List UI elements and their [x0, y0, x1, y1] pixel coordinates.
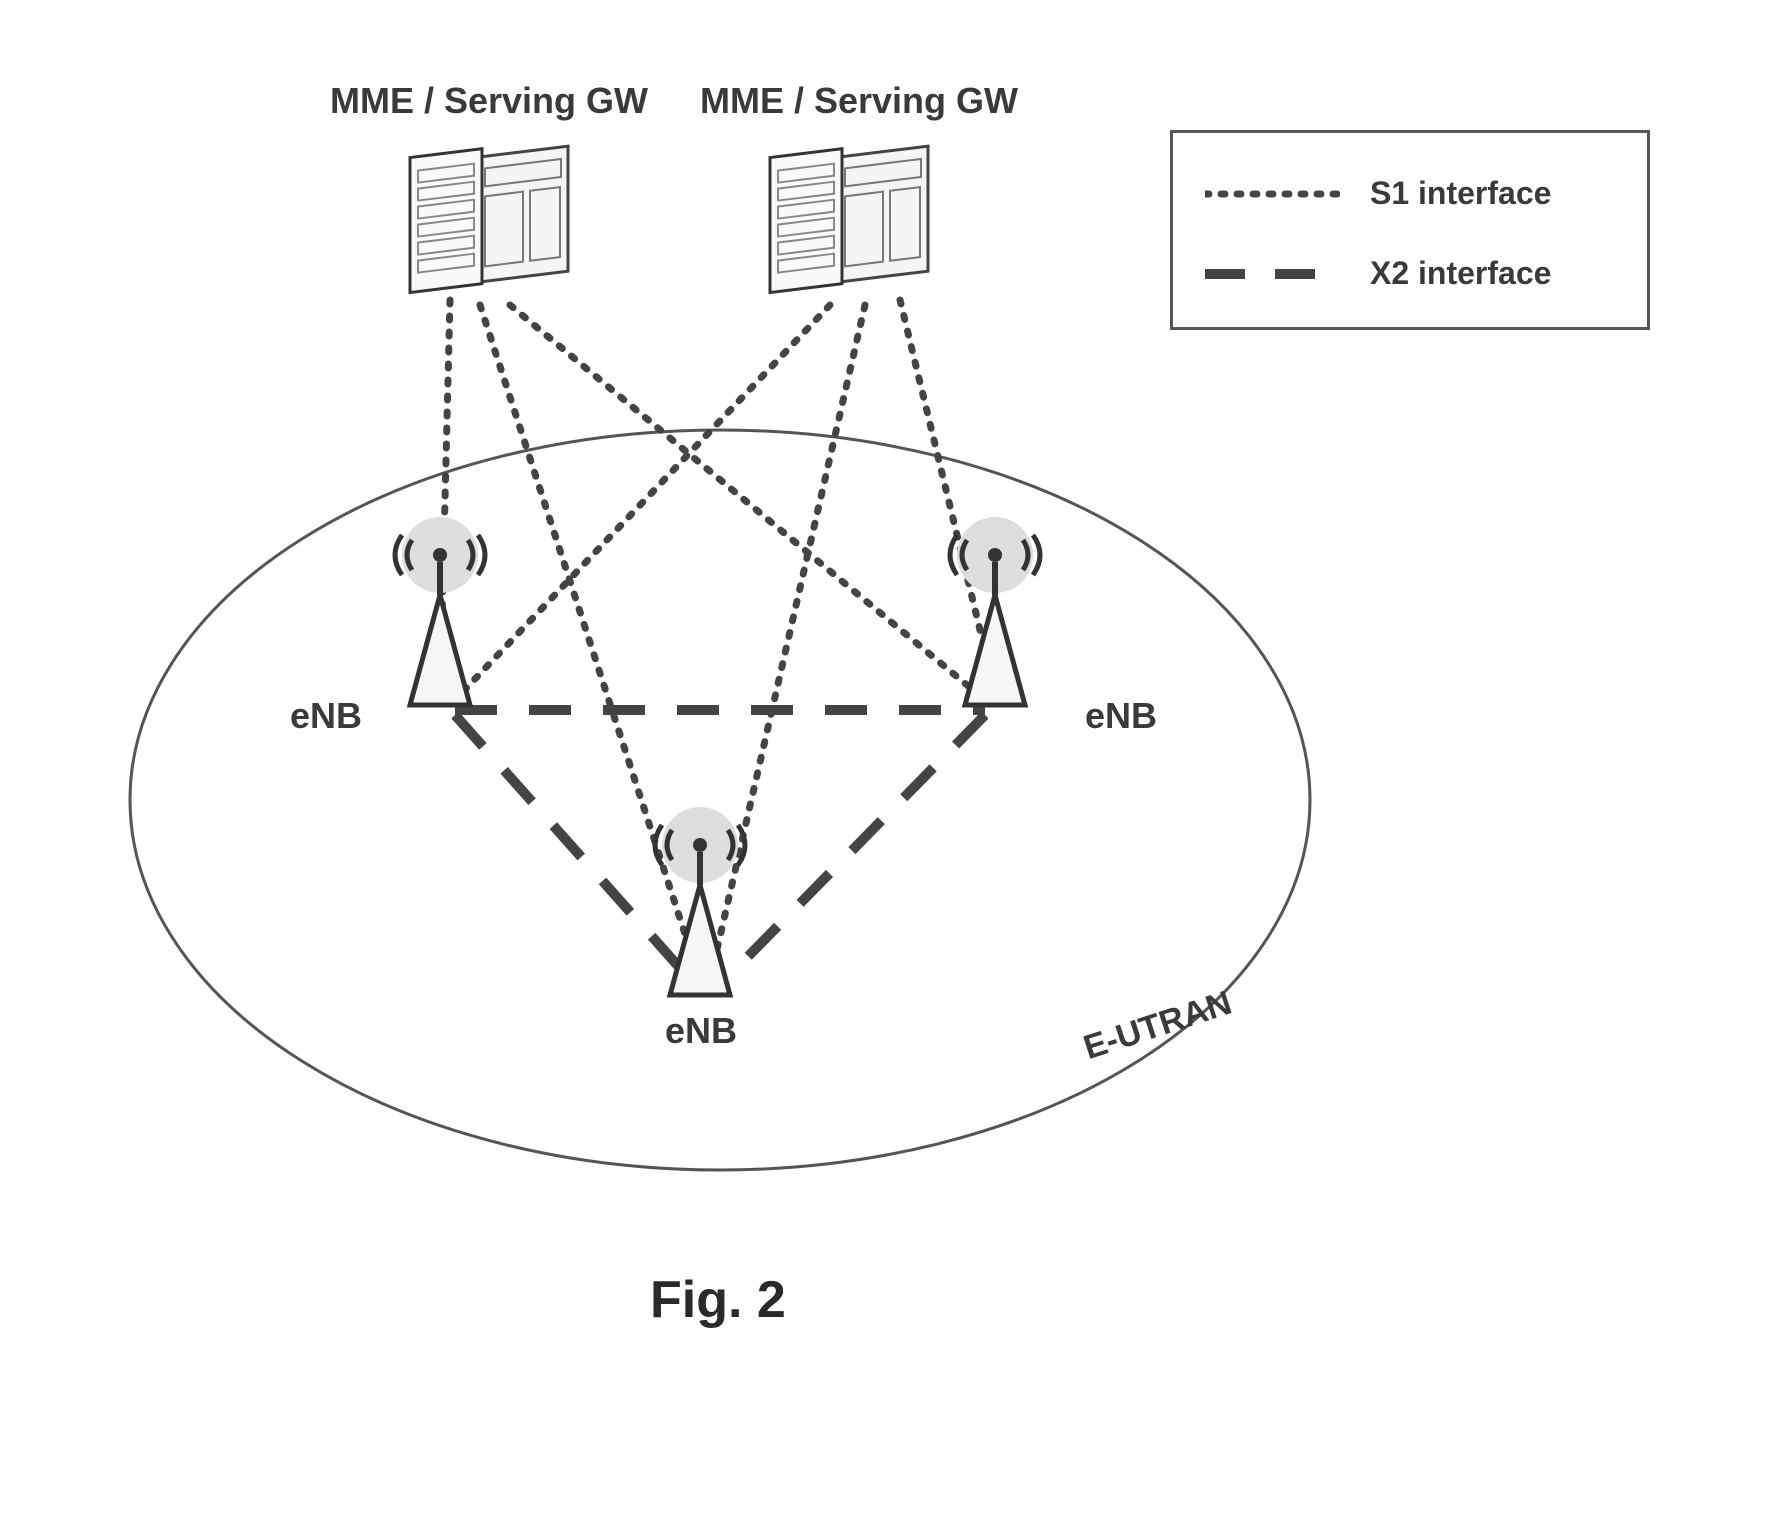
legend-box [1170, 130, 1650, 330]
legend-s1-swatch [1205, 182, 1340, 206]
legend-x2-row: X2 interface [1205, 255, 1551, 292]
legend-s1-text: S1 interface [1370, 175, 1551, 212]
enb-right-label: eNB [1085, 695, 1157, 737]
enb-bottom-label: eNB [665, 1010, 737, 1052]
figure-caption: Fig. 2 [650, 1270, 786, 1330]
enb-right [915, 510, 1075, 710]
gateway-server-2 [750, 130, 950, 300]
enb-left [360, 510, 520, 710]
legend-x2-text: X2 interface [1370, 255, 1551, 292]
diagram-stage: MME / Serving GW MME / Serving GW [0, 0, 1782, 1536]
legend-s1-row: S1 interface [1205, 175, 1551, 212]
server-icon [750, 130, 950, 300]
enb-bottom [620, 800, 780, 1000]
gateway-1-label: MME / Serving GW [330, 80, 648, 122]
enb-icon [360, 510, 520, 710]
enb-icon [620, 800, 780, 1000]
server-icon [390, 130, 590, 300]
legend-x2-swatch [1205, 262, 1340, 286]
enb-left-label: eNB [290, 695, 362, 737]
gateway-server-1 [390, 130, 590, 300]
enb-icon [915, 510, 1075, 710]
gateway-2-label: MME / Serving GW [700, 80, 1018, 122]
